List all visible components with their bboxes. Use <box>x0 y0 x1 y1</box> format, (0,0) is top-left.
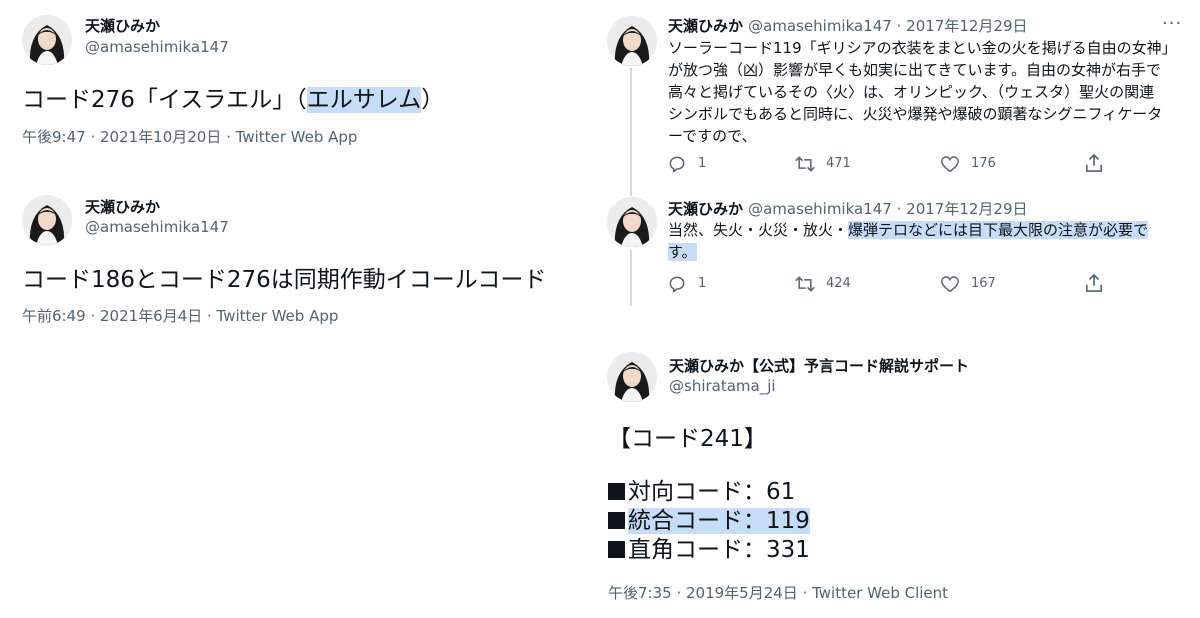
retweet-icon <box>795 276 815 292</box>
author-name[interactable]: 天瀬ひみか <box>85 196 160 217</box>
square-bullet-icon <box>608 541 625 558</box>
avatar[interactable] <box>22 195 72 245</box>
author-handle[interactable]: @shiratama_ji <box>669 377 776 395</box>
share-icon <box>1085 153 1103 172</box>
highlighted-text: エルサレム <box>306 87 422 113</box>
highlighted-text: す。 <box>668 243 697 261</box>
thread-line <box>630 250 632 306</box>
avatar[interactable] <box>22 15 72 65</box>
tweet-timestamp[interactable]: 午後9:47 · 2021年10月20日 · Twitter Web App <box>22 126 357 147</box>
like-count: 167 <box>971 276 996 291</box>
share-button[interactable] <box>1085 153 1103 173</box>
avatar[interactable] <box>607 352 657 402</box>
list-item: 統合コード：119 <box>608 507 810 536</box>
reply-icon <box>669 156 685 173</box>
tweet-header: 天瀬ひみか @amasehimika147 · 2017年12月29日 <box>668 15 1028 36</box>
reply-button[interactable] <box>667 274 687 294</box>
like-icon <box>941 276 959 293</box>
retweet-button[interactable] <box>794 154 816 174</box>
reply-button[interactable] <box>667 154 687 174</box>
tweet-timestamp[interactable]: 午前6:49 · 2021年6月4日 · Twitter Web App <box>22 305 338 326</box>
share-icon <box>1085 273 1103 292</box>
author-handle-date[interactable]: @amasehimika147 · 2017年12月29日 <box>748 200 1027 218</box>
square-bullet-icon <box>608 483 625 500</box>
thread-line <box>630 68 632 196</box>
reply-count: 1 <box>698 156 707 171</box>
author-name[interactable]: 天瀬ひみか <box>668 17 743 35</box>
author-name[interactable]: 天瀬ひみか <box>668 200 743 218</box>
avatar[interactable] <box>607 16 657 66</box>
tweet-heading: 【コード241】 <box>608 426 767 452</box>
avatar[interactable] <box>607 197 657 247</box>
author-handle[interactable]: @amasehimika147 <box>85 218 229 236</box>
share-button[interactable] <box>1085 273 1103 293</box>
like-icon <box>941 156 959 173</box>
highlighted-text: 統合コード：119 <box>628 508 810 534</box>
tweet-text: ソーラーコード119「ギリシアの衣装をまとい金の火を掲げる自由の女神」 が放つ強… <box>668 39 1177 145</box>
author-name[interactable]: 天瀬ひみか <box>85 15 160 36</box>
list-item: 対向コード：61 <box>608 478 810 507</box>
tweet-text: コード276「イスラエル」（エルサレム） <box>22 87 445 113</box>
retweet-icon <box>795 156 815 172</box>
retweet-count: 424 <box>826 276 851 291</box>
author-handle-date[interactable]: @amasehimika147 · 2017年12月29日 <box>748 17 1027 35</box>
tweet-text: 当然、失火・火災・放火・爆弾テロなどには目下最大限の注意が必要で す。 <box>668 221 1149 261</box>
like-button[interactable] <box>940 275 960 293</box>
author-name[interactable]: 天瀬ひみか【公式】予言コード解説サポート <box>669 355 969 376</box>
like-count: 176 <box>971 156 996 171</box>
tweet-text: コード186とコード276は同期作動イコールコード <box>22 267 547 293</box>
more-icon[interactable]: ··· <box>1162 13 1182 34</box>
reply-count: 1 <box>698 276 707 291</box>
retweet-count: 471 <box>826 156 851 171</box>
retweet-button[interactable] <box>794 274 816 294</box>
author-handle[interactable]: @amasehimika147 <box>85 38 229 56</box>
tweet-timestamp[interactable]: 午後7:35 · 2019年5月24日 · Twitter Web Client <box>608 582 948 603</box>
highlighted-text: 爆弾テロなどには目下最大限の注意が必要で <box>848 221 1149 239</box>
square-bullet-icon <box>608 512 625 529</box>
reply-icon <box>669 276 685 293</box>
list-item: 直角コード：331 <box>608 536 810 565</box>
tweet-header: 天瀬ひみか @amasehimika147 · 2017年12月29日 <box>668 198 1028 219</box>
tweet-list: 対向コード：61 統合コード：119 直角コード：331 <box>608 478 810 565</box>
like-button[interactable] <box>940 155 960 173</box>
